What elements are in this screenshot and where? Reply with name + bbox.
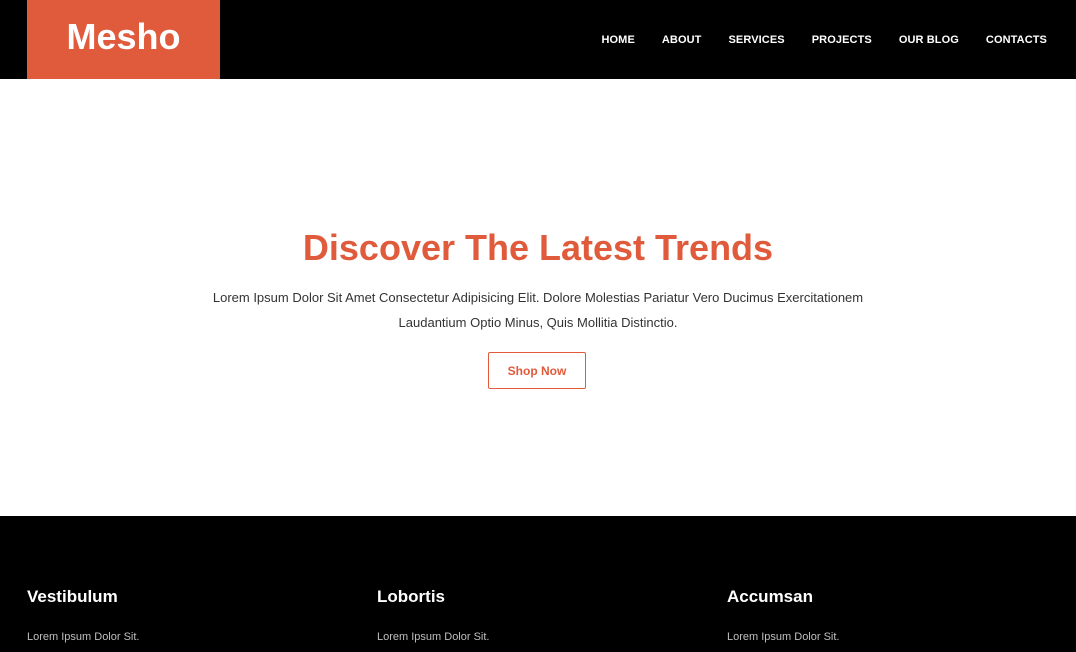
site-footer: Vestibulum Lorem Ipsum Dolor Sit. Lobort… [0, 516, 1076, 652]
footer-column-lobortis: Lobortis Lorem Ipsum Dolor Sit. [377, 586, 697, 644]
main-nav: HOME ABOUT SERVICES PROJECTS OUR BLOG CO… [601, 0, 1047, 79]
nav-item-our-blog[interactable]: OUR BLOG [899, 34, 959, 46]
nav-item-projects[interactable]: PROJECTS [812, 34, 872, 46]
footer-text: Lorem Ipsum Dolor Sit. [727, 631, 840, 643]
site-header: Mesho HOME ABOUT SERVICES PROJECTS OUR B… [0, 0, 1076, 79]
logo[interactable]: Mesho [27, 0, 220, 79]
nav-item-home[interactable]: HOME [601, 34, 634, 46]
nav-item-about[interactable]: ABOUT [662, 34, 702, 46]
nav-item-services[interactable]: SERVICES [729, 34, 785, 46]
hero-title: Discover The Latest Trends [302, 227, 774, 268]
shop-now-button[interactable]: Shop Now [488, 352, 586, 389]
footer-heading: Accumsan [727, 587, 813, 606]
footer-text: Lorem Ipsum Dolor Sit. [377, 631, 490, 643]
logo-text: Mesho [66, 15, 181, 57]
footer-text: Lorem Ipsum Dolor Sit. [27, 631, 140, 643]
footer-heading: Vestibulum [27, 587, 118, 606]
footer-heading: Lobortis [377, 587, 445, 606]
nav-item-contacts[interactable]: CONTACTS [986, 34, 1047, 46]
hero-section: Discover The Latest Trends Lorem Ipsum D… [0, 79, 1076, 516]
footer-column-vestibulum: Vestibulum Lorem Ipsum Dolor Sit. [27, 586, 347, 644]
footer-column-accumsan: Accumsan Lorem Ipsum Dolor Sit. [727, 586, 1047, 644]
hero-description: Lorem Ipsum Dolor Sit Amet Consectetur A… [212, 290, 864, 330]
